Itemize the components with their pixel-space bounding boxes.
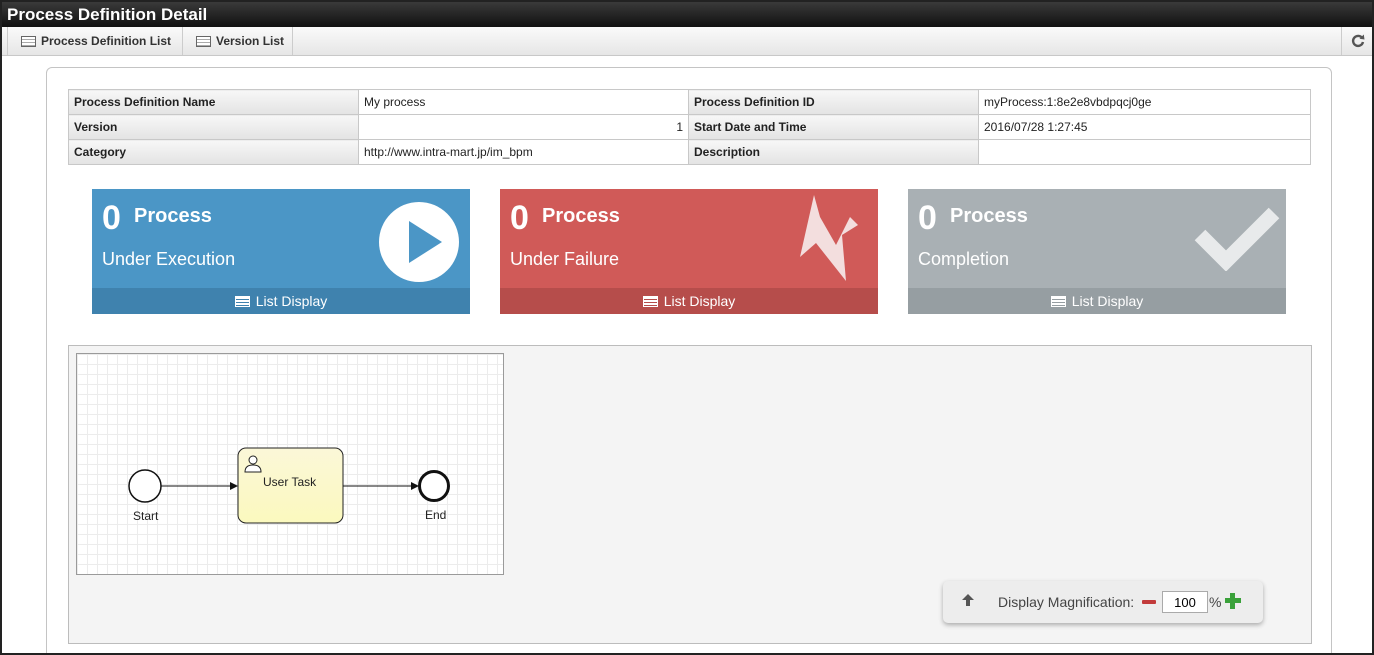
card-under-execution: 0 Process Under Execution List Display [92,189,470,314]
name-label: Process Definition Name [68,89,359,115]
card-subtitle: Under Failure [510,249,620,269]
process-definition-list-label: Process Definition List [41,34,172,48]
card-count: 0 [510,199,529,237]
zoom-label: Display Magnification: [998,594,1135,610]
list-display-label: List Display [255,293,328,309]
zoom-unit: % [1209,594,1222,610]
version-list-label: Version List [216,34,285,48]
process-definition-list-button[interactable]: Process Definition List [7,27,183,55]
table-row: Category http://www.intra-mart.jp/im_bpm… [68,139,1311,165]
zoom-input[interactable] [1162,591,1208,613]
refresh-button[interactable] [1341,27,1372,55]
description-label: Description [688,139,979,165]
list-display-label: List Display [1071,293,1144,309]
card-title: Process [950,205,1028,227]
checkmark-icon [1194,207,1280,271]
list-icon [196,36,211,47]
detail-panel: Process Definition Name My process Proce… [46,67,1332,653]
user-task-label: User Task [263,475,317,489]
toolbar: Process Definition List Version List [2,27,1372,56]
version-label: Version [68,114,359,140]
version-list-button[interactable]: Version List [183,27,293,55]
card-title: Process [134,205,212,227]
list-display-label: List Display [663,293,736,309]
end-event[interactable] [418,470,450,502]
process-diagram-viewer: Start User Task End Display Magnificatio… [68,345,1312,644]
lightning-icon [800,195,858,281]
list-display-link[interactable]: List Display [500,288,878,314]
list-display-link[interactable]: List Display [908,288,1286,314]
diagram-canvas[interactable]: Start User Task End [76,353,504,575]
process-info-table: Process Definition Name My process Proce… [68,89,1311,165]
card-under-failure: 0 Process Under Failure List Display [500,189,878,314]
card-count: 0 [918,199,937,237]
list-icon [234,296,250,307]
category-value: http://www.intra-mart.jp/im_bpm [358,139,689,165]
list-icon [642,296,658,307]
id-label: Process Definition ID [688,89,979,115]
start-label: Start Date and Time [688,114,979,140]
list-icon [21,36,36,47]
list-icon [1050,296,1066,307]
start-value: 2016/07/28 1:27:45 [978,114,1311,140]
page-title: Process Definition Detail [2,2,1372,27]
description-value [978,139,1311,165]
id-value: myProcess:1:8e2e8vbdpqcj0ge [978,89,1311,115]
play-icon [379,202,459,282]
category-label: Category [68,139,359,165]
end-event-label: End [425,508,447,522]
zoom-out-button[interactable] [1142,600,1156,604]
app-window: Process Definition Detail Process Defini… [0,0,1374,655]
zoom-in-button[interactable] [1225,593,1241,609]
list-display-link[interactable]: List Display [92,288,470,314]
start-event-label: Start [133,509,159,523]
arrow-up-icon[interactable] [961,593,975,607]
name-value: My process [358,89,689,115]
card-subtitle: Under Execution [102,249,236,269]
card-completion: 0 Process Completion List Display [908,189,1286,314]
card-title: Process [542,205,620,227]
version-value: 1 [358,114,689,140]
table-row: Version 1 Start Date and Time 2016/07/28… [68,114,1311,140]
card-subtitle: Completion [918,249,1010,269]
zoom-control: Display Magnification: % [943,581,1263,623]
refresh-icon [1351,34,1365,48]
start-event[interactable] [128,469,162,503]
table-row: Process Definition Name My process Proce… [68,89,1311,115]
card-count: 0 [102,199,121,237]
